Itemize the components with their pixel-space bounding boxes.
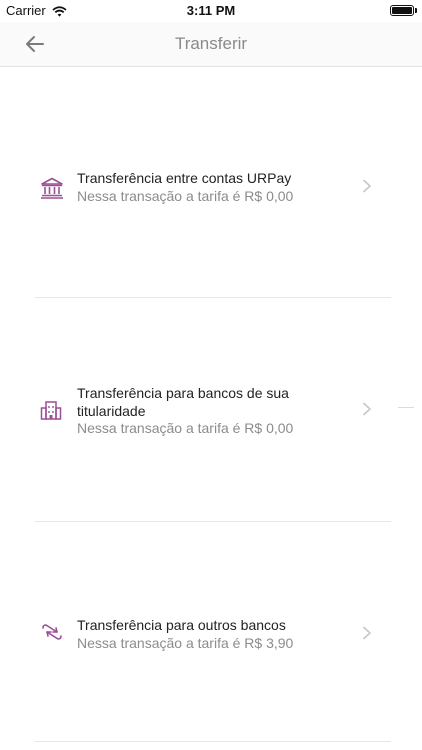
clock: 3:11 PM (186, 3, 236, 18)
option-transfer-urpay-accounts[interactable]: Transferência entre contas URPay Nessa t… (0, 150, 422, 240)
chevron-right-icon (362, 626, 372, 645)
divider (35, 521, 391, 522)
divider (35, 741, 391, 742)
bank-icon (40, 177, 64, 204)
option-transfer-own-banks[interactable]: Transferência para bancos de sua titular… (0, 370, 422, 450)
transfer-arrows-icon (40, 622, 64, 647)
status-bar: Carrier 3:11 PM (0, 0, 422, 22)
option-title: Transferência entre contas URPay (77, 170, 292, 186)
chevron-right-icon (362, 402, 372, 421)
option-fee-text: Nessa transação a tarifa é R$ 3,90 (77, 635, 294, 651)
option-fee-text: Nessa transação a tarifa é R$ 0,00 (77, 188, 294, 204)
divider (35, 297, 391, 298)
chevron-right-icon (362, 179, 372, 198)
option-fee-text: Nessa transação a tarifa é R$ 0,00 (77, 420, 294, 436)
edge-divider (398, 407, 414, 408)
page-title: Transferir (174, 34, 248, 53)
battery-icon (390, 5, 414, 16)
battery-cap (415, 8, 417, 13)
building-icon (40, 400, 62, 425)
navigation-bar: Transferir (0, 22, 422, 67)
option-transfer-other-banks[interactable]: Transferência para outros bancos Nessa t… (0, 600, 422, 670)
option-title: Transferência para outros bancos (77, 617, 286, 633)
option-title: Transferência para bancos de sua titular… (77, 385, 289, 419)
